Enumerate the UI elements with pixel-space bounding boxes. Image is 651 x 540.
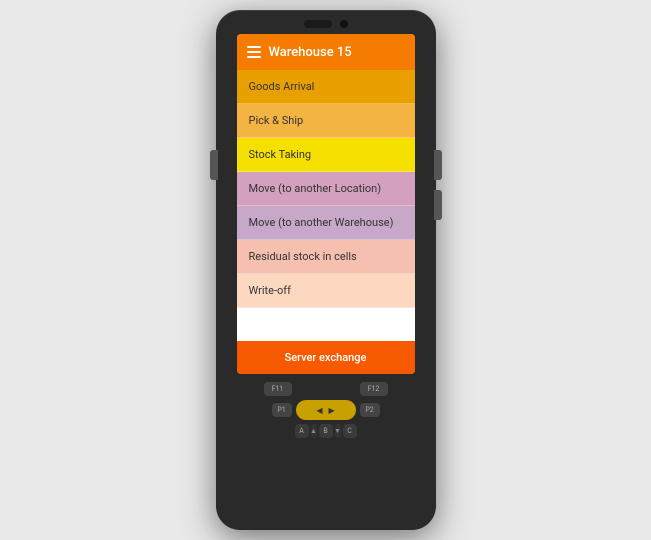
nav-up-icon: ▲ xyxy=(310,427,317,435)
nav-down-icon: ▼ xyxy=(334,427,341,435)
server-exchange-button[interactable]: Server exchange xyxy=(237,341,415,374)
f11-key[interactable]: F11 xyxy=(264,382,292,396)
device-top xyxy=(216,10,436,28)
handheld-device: Warehouse 15 Goods Arrival Pick & Ship S… xyxy=(216,10,436,530)
side-button-right2[interactable] xyxy=(434,190,442,220)
hamburger-line-3 xyxy=(247,56,261,58)
hamburger-line-2 xyxy=(247,51,261,53)
alpha-keys-row: A ▲ B ▼ C xyxy=(295,424,357,438)
menu-item-goods-arrival[interactable]: Goods Arrival xyxy=(237,70,415,104)
f12-key[interactable]: F12 xyxy=(360,382,388,396)
p2-key[interactable]: P2 xyxy=(360,403,380,417)
hamburger-line-1 xyxy=(247,46,261,48)
app-header: Warehouse 15 xyxy=(237,34,415,70)
nav-right-icon: ▶ xyxy=(329,406,335,415)
nav-left-icon: ◀ xyxy=(316,406,322,415)
menu-item-write-off[interactable]: Write-off xyxy=(237,274,415,308)
key-c[interactable]: C xyxy=(343,424,357,438)
menu-item-stock-taking[interactable]: Stock Taking xyxy=(237,138,415,172)
screen: Warehouse 15 Goods Arrival Pick & Ship S… xyxy=(237,34,415,374)
hamburger-icon[interactable] xyxy=(247,46,261,58)
key-a[interactable]: A xyxy=(295,424,309,438)
menu-item-residual-stock[interactable]: Residual stock in cells xyxy=(237,240,415,274)
keypad: F11 F12 P1 ◀ ▶ P2 A ▲ B ▼ C xyxy=(237,382,415,438)
app-title: Warehouse 15 xyxy=(269,45,352,60)
p1-key[interactable]: P1 xyxy=(272,403,292,417)
nav-cluster[interactable]: ◀ ▶ xyxy=(296,400,356,420)
side-button-right[interactable] xyxy=(434,150,442,180)
menu-list: Goods Arrival Pick & Ship Stock Taking M… xyxy=(237,70,415,308)
menu-item-move-warehouse[interactable]: Move (to another Warehouse) xyxy=(237,206,415,240)
speaker xyxy=(304,20,332,28)
camera xyxy=(340,20,348,28)
menu-item-pick-ship[interactable]: Pick & Ship xyxy=(237,104,415,138)
side-button-left[interactable] xyxy=(210,150,218,180)
p-keys-row: P1 ◀ ▶ P2 xyxy=(272,400,380,420)
menu-item-move-location[interactable]: Move (to another Location) xyxy=(237,172,415,206)
fn-keys-row: F11 F12 xyxy=(264,382,388,396)
key-b[interactable]: B xyxy=(319,424,333,438)
